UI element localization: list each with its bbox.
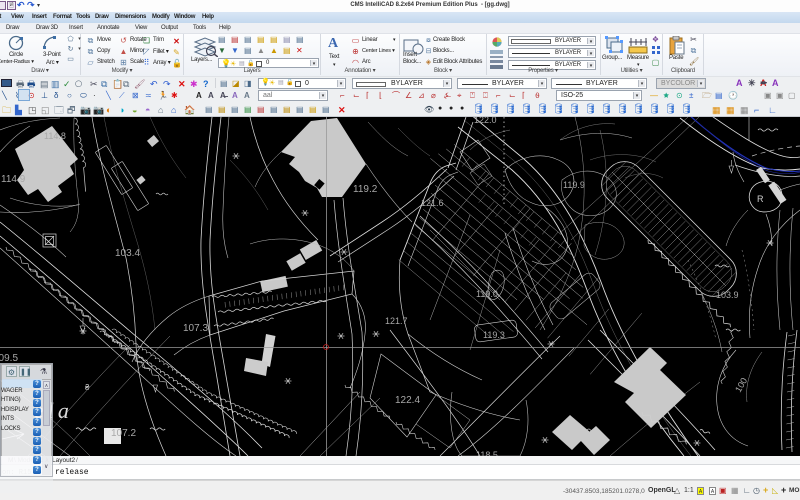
svg-text:121.6: 121.6	[421, 198, 444, 208]
svg-text:103.9: 103.9	[716, 290, 739, 300]
svg-text:103.4: 103.4	[115, 248, 140, 259]
svg-text:119.3: 119.3	[483, 330, 505, 340]
svg-text:114.9: 114.9	[1, 174, 26, 185]
svg-text:R: R	[757, 194, 764, 204]
svg-text:119.9: 119.9	[563, 180, 585, 190]
svg-text:119.2: 119.2	[353, 184, 378, 195]
svg-text:114.8: 114.8	[44, 131, 66, 141]
svg-text:122.0: 122.0	[474, 117, 497, 125]
svg-text:121.7: 121.7	[385, 316, 408, 326]
svg-text:122.4: 122.4	[395, 395, 420, 406]
svg-text:119.0: 119.0	[476, 289, 498, 299]
svg-text:107.3: 107.3	[183, 323, 208, 334]
svg-text:107.2: 107.2	[111, 428, 136, 439]
svg-text:₴: ₴	[85, 383, 90, 392]
